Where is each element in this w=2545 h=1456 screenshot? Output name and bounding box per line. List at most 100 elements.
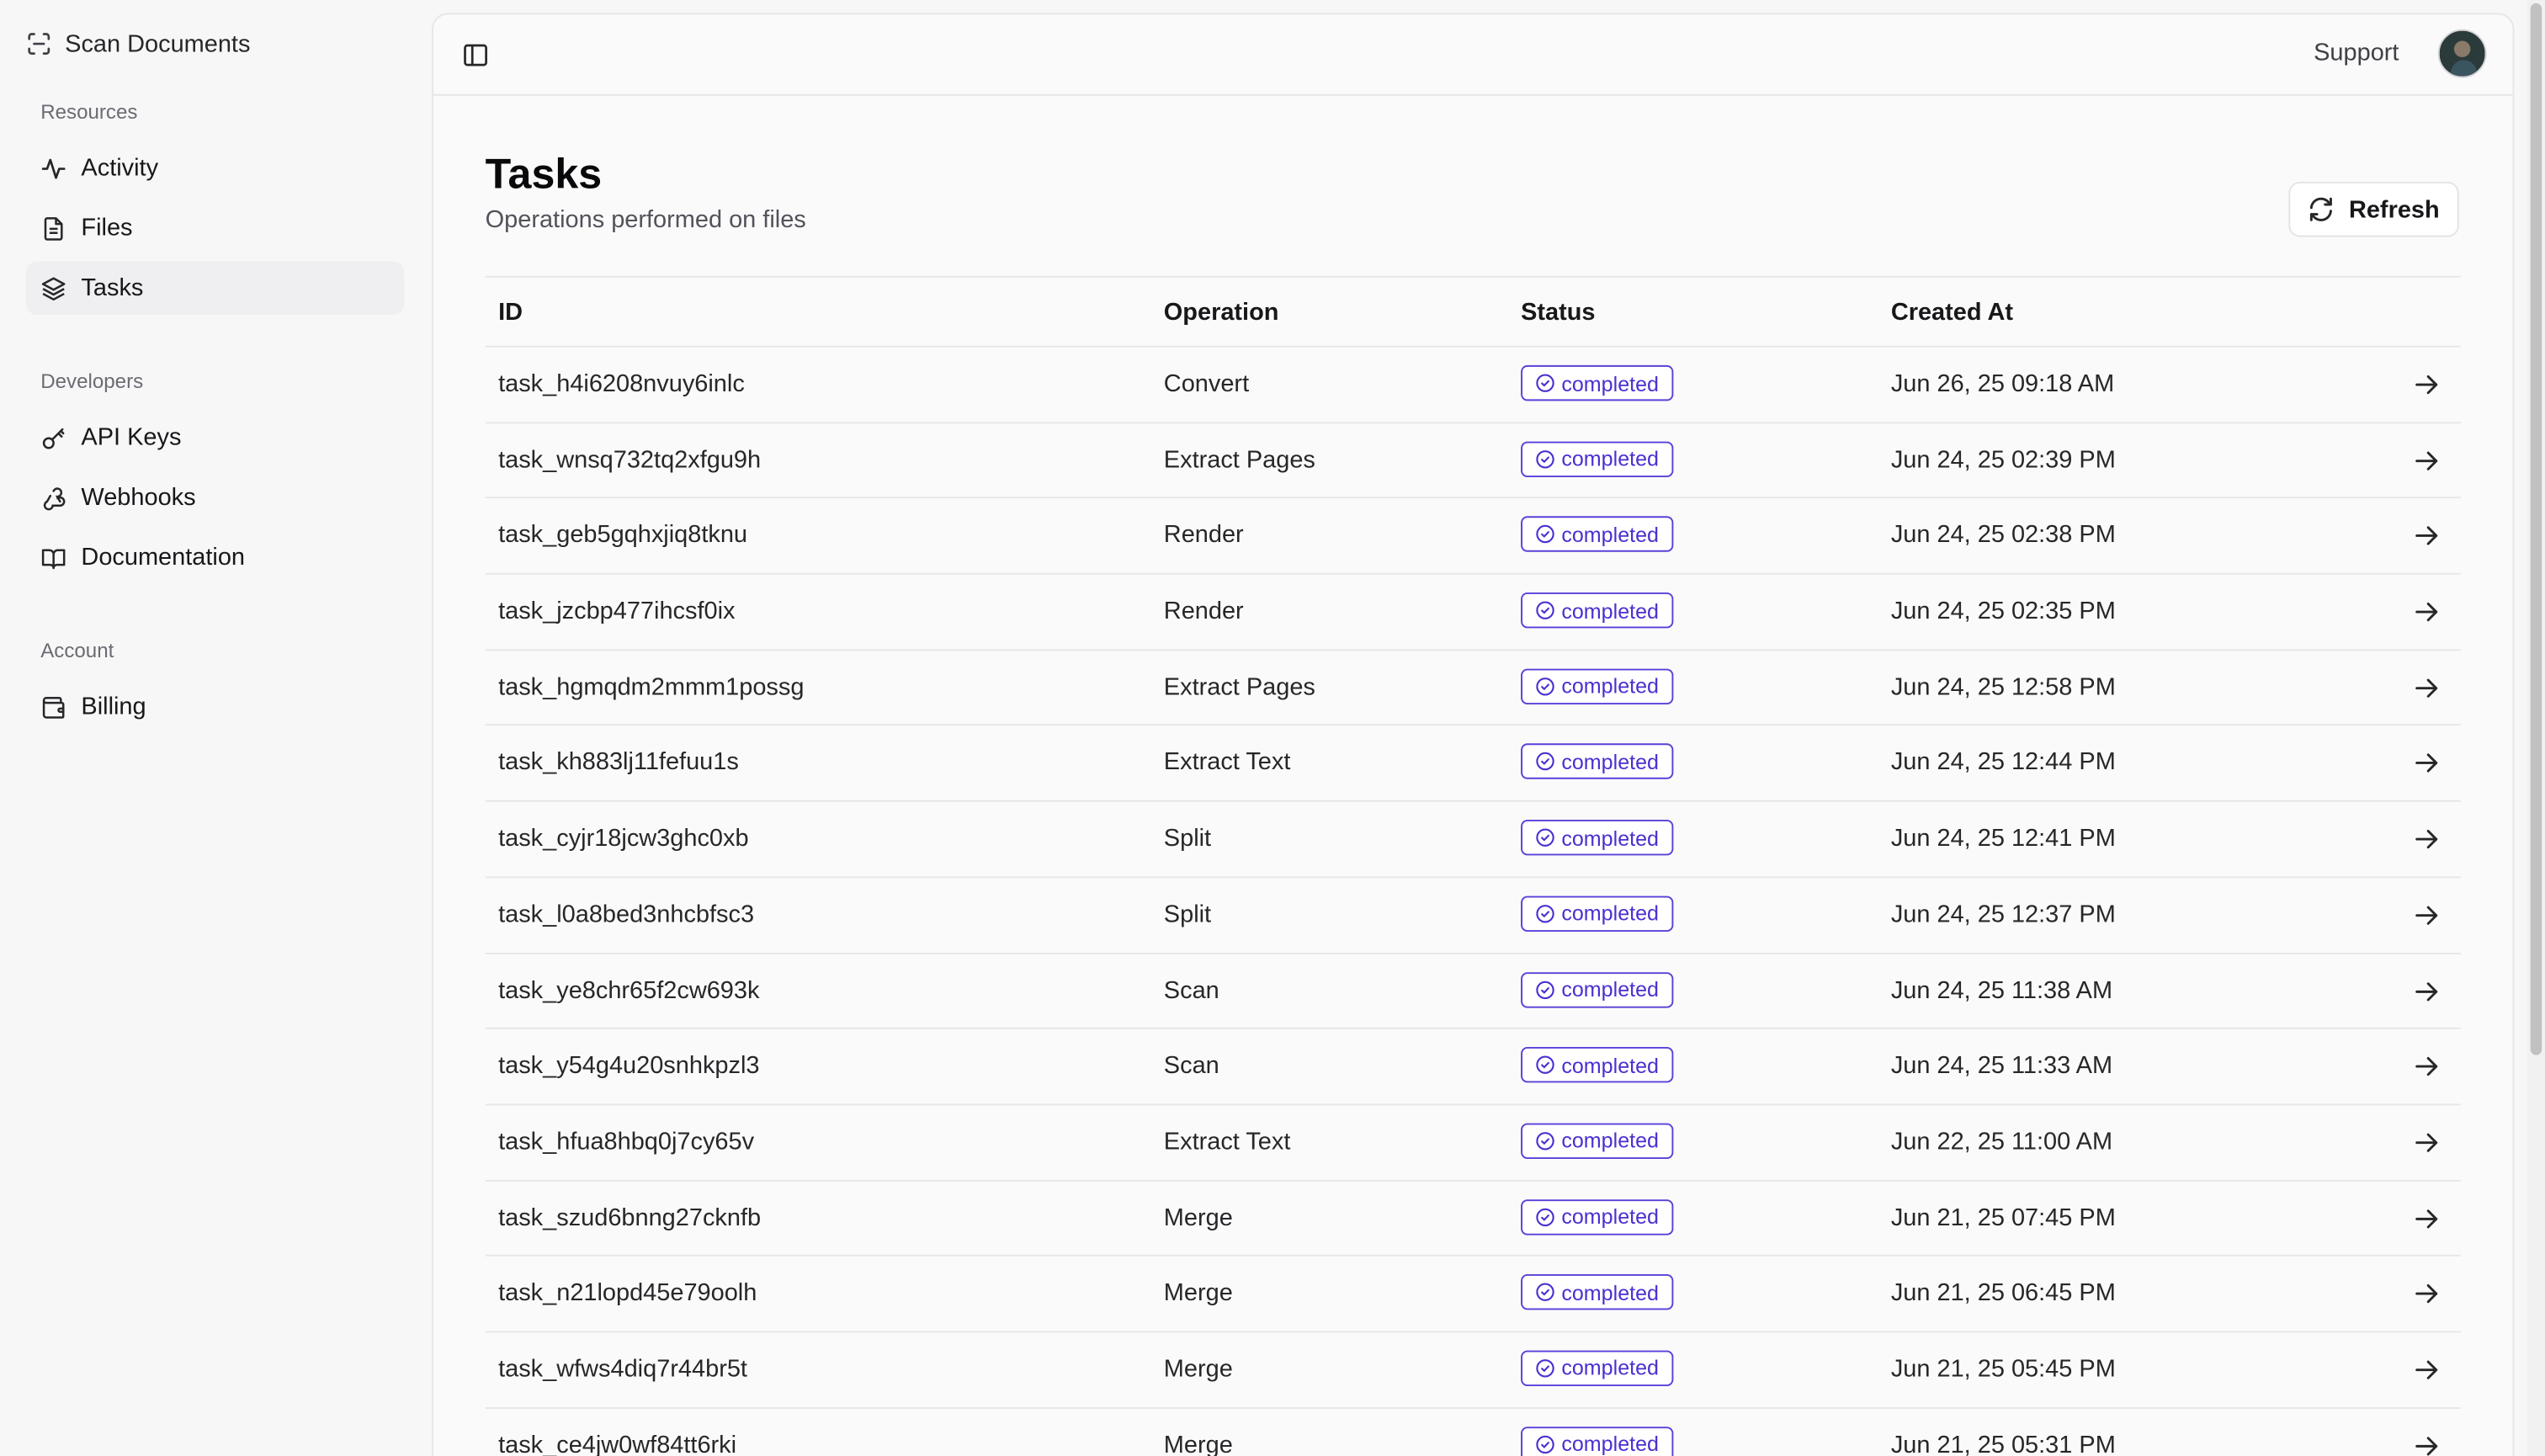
section-label-resources: Resources bbox=[40, 100, 138, 124]
table-row[interactable]: task_hgmqdm2mmm1possg Extract Pages comple… bbox=[485, 651, 2461, 726]
sidebar-item-activity[interactable]: Activity bbox=[26, 141, 404, 195]
scrollbar[interactable] bbox=[2526, 0, 2545, 1456]
task-created-at: Jun 24, 25 12:58 PM bbox=[1890, 672, 2116, 701]
table-row[interactable]: task_h4i6208nvuy6inlc Convert completed Jun… bbox=[485, 348, 2461, 423]
check-circle-icon bbox=[1535, 1358, 1554, 1378]
task-created-at: Jun 24, 25 02:38 PM bbox=[1890, 521, 2116, 550]
sidebar-item-documentation[interactable]: Documentation bbox=[26, 531, 404, 585]
task-operation: Extract Pages bbox=[1163, 672, 1315, 701]
arrow-right-icon[interactable] bbox=[2412, 370, 2441, 400]
table-row[interactable]: task_kh883lj11fefuu1s Extract Text complet… bbox=[485, 726, 2461, 802]
column-header-id[interactable]: ID bbox=[498, 299, 523, 327]
task-created-at: Jun 24, 25 11:33 AM bbox=[1890, 1052, 2113, 1080]
sidebar-item-tasks[interactable]: Tasks bbox=[25, 261, 405, 316]
check-circle-icon bbox=[1535, 1283, 1554, 1302]
arrow-right-icon[interactable] bbox=[2412, 976, 2441, 1006]
task-created-at: Jun 24, 25 11:38 AM bbox=[1890, 976, 2113, 1004]
task-created-at: Jun 21, 25 05:31 PM bbox=[1890, 1431, 2116, 1456]
table-row[interactable]: task_n21lopd45e79oolh Merge completed Jun 2… bbox=[485, 1257, 2461, 1333]
column-header-created-at[interactable]: Created At bbox=[1891, 299, 2013, 327]
table-row[interactable]: task_jzcbp477ihcsf0ix Render completed Jun … bbox=[485, 575, 2461, 651]
main-panel: Support Tasks Operations performed on fi… bbox=[432, 13, 2515, 1456]
task-id: task_wfws4diq7r44br5t bbox=[498, 1355, 747, 1384]
sidebar-item-webhooks[interactable]: Webhooks bbox=[26, 470, 404, 524]
check-circle-icon bbox=[1535, 752, 1554, 772]
refresh-button[interactable]: Refresh bbox=[2288, 182, 2459, 237]
check-circle-icon bbox=[1535, 980, 1554, 999]
status-badge: completed bbox=[1521, 364, 1674, 401]
arrow-right-icon[interactable] bbox=[2412, 522, 2441, 551]
arrow-right-icon[interactable] bbox=[2412, 825, 2441, 854]
table-row[interactable]: task_y54g4u20snhkpzl3 Scan completed Jun 24… bbox=[485, 1029, 2461, 1106]
brand[interactable]: Scan Documents bbox=[26, 26, 251, 61]
task-created-at: Jun 24, 25 12:37 PM bbox=[1890, 901, 2116, 928]
sidebar-item-api-keys[interactable]: API Keys bbox=[26, 411, 404, 465]
arrow-right-icon[interactable] bbox=[2412, 1204, 2441, 1233]
status-label: completed bbox=[1561, 1280, 1659, 1305]
arrow-right-icon[interactable] bbox=[2412, 1128, 2441, 1157]
refresh-label: Refresh bbox=[2348, 195, 2440, 224]
arrow-right-icon[interactable] bbox=[2412, 1431, 2441, 1456]
scrollbar-thumb[interactable] bbox=[2530, 3, 2542, 1055]
sidebar-item-label: Tasks bbox=[81, 274, 144, 302]
column-header-operation[interactable]: Operation bbox=[1164, 299, 1279, 327]
table-row[interactable]: task_ce4jw0wf84tt6rki Merge completed Jun 2… bbox=[486, 1408, 2461, 1456]
task-id: task_geb5gqhxjiq8tknu bbox=[498, 521, 748, 550]
table-row[interactable]: task_szud6bnng27cknfb Merge completed Jun 2… bbox=[485, 1181, 2461, 1257]
section-label-developers: Developers bbox=[40, 369, 144, 393]
task-created-at: Jun 22, 25 11:00 AM bbox=[1890, 1128, 2113, 1156]
avatar[interactable] bbox=[2437, 29, 2487, 78]
status-label: completed bbox=[1561, 446, 1659, 471]
sidebar-item-billing[interactable]: Billing bbox=[26, 680, 404, 734]
task-created-at: Jun 26, 25 09:18 AM bbox=[1890, 369, 2115, 398]
arrow-right-icon[interactable] bbox=[2412, 1052, 2441, 1081]
layers-icon bbox=[40, 275, 66, 301]
table-row[interactable]: task_geb5gqhxjiq8tknu Render completed Jun … bbox=[485, 499, 2461, 575]
check-circle-icon bbox=[1535, 904, 1554, 923]
arrow-right-icon[interactable] bbox=[2412, 446, 2441, 476]
sidebar-toggle-icon[interactable] bbox=[461, 40, 491, 70]
table-row[interactable]: task_hfua8hbq0j7cy65v Extract Text complet… bbox=[485, 1105, 2461, 1182]
tasks-table: ID Operation Status Created At task_h4i6… bbox=[485, 275, 2461, 1456]
support-link[interactable]: Support bbox=[2314, 39, 2399, 66]
task-operation: Scan bbox=[1163, 1052, 1219, 1080]
status-badge: completed bbox=[1521, 820, 1674, 856]
table-row[interactable]: task_wfws4diq7r44br5t Merge completed Jun 2… bbox=[485, 1332, 2461, 1409]
arrow-right-icon[interactable] bbox=[2412, 901, 2441, 930]
scan-icon bbox=[26, 31, 52, 57]
status-badge: completed bbox=[1521, 971, 1674, 1007]
column-header-status[interactable]: Status bbox=[1521, 299, 1595, 327]
sidebar-item-label: Files bbox=[81, 214, 133, 242]
task-created-at: Jun 21, 25 07:45 PM bbox=[1890, 1204, 2116, 1231]
table-row[interactable]: task_l0a8bed3nhcbfsc3 Split completed Jun 2… bbox=[485, 878, 2461, 954]
arrow-right-icon[interactable] bbox=[2412, 1279, 2441, 1309]
refresh-icon bbox=[2307, 194, 2336, 224]
sidebar-item-files[interactable]: Files bbox=[26, 201, 404, 255]
status-label: completed bbox=[1561, 673, 1659, 699]
arrow-right-icon[interactable] bbox=[2412, 598, 2441, 627]
task-operation: Merge bbox=[1163, 1355, 1233, 1384]
status-badge: completed bbox=[1521, 592, 1674, 629]
table-row[interactable]: task_cyjr18jcw3ghc0xb Split completed Jun 2… bbox=[485, 802, 2461, 879]
app-title: Scan Documents bbox=[65, 29, 251, 58]
status-label: completed bbox=[1561, 1053, 1659, 1077]
arrow-right-icon[interactable] bbox=[2412, 1355, 2441, 1384]
sidebar-item-label: Billing bbox=[81, 693, 146, 721]
sidebar: Scan Documents Resources Activity Files … bbox=[0, 0, 430, 1456]
arrow-right-icon[interactable] bbox=[2412, 673, 2441, 703]
status-label: completed bbox=[1561, 1204, 1659, 1230]
status-badge: completed bbox=[1521, 1198, 1674, 1235]
check-circle-icon bbox=[1535, 449, 1554, 469]
arrow-right-icon[interactable] bbox=[2412, 749, 2441, 778]
sidebar-item-label: API Keys bbox=[81, 423, 182, 452]
check-circle-icon bbox=[1535, 601, 1554, 620]
sidebar-item-label: Webhooks bbox=[81, 483, 196, 512]
book-icon bbox=[40, 545, 66, 571]
table-row[interactable]: task_wnsq732tq2xfgu9h Extract Pages comple… bbox=[485, 423, 2461, 499]
task-id: task_h4i6208nvuy6inlc bbox=[498, 369, 745, 398]
status-badge: completed bbox=[1521, 1047, 1674, 1083]
task-id: task_hgmqdm2mmm1possg bbox=[498, 672, 805, 701]
table-row[interactable]: task_ye8chr65f2cw693k Scan completed Jun 24… bbox=[485, 954, 2461, 1030]
status-badge: completed bbox=[1521, 1350, 1674, 1386]
check-circle-icon bbox=[1535, 525, 1554, 545]
